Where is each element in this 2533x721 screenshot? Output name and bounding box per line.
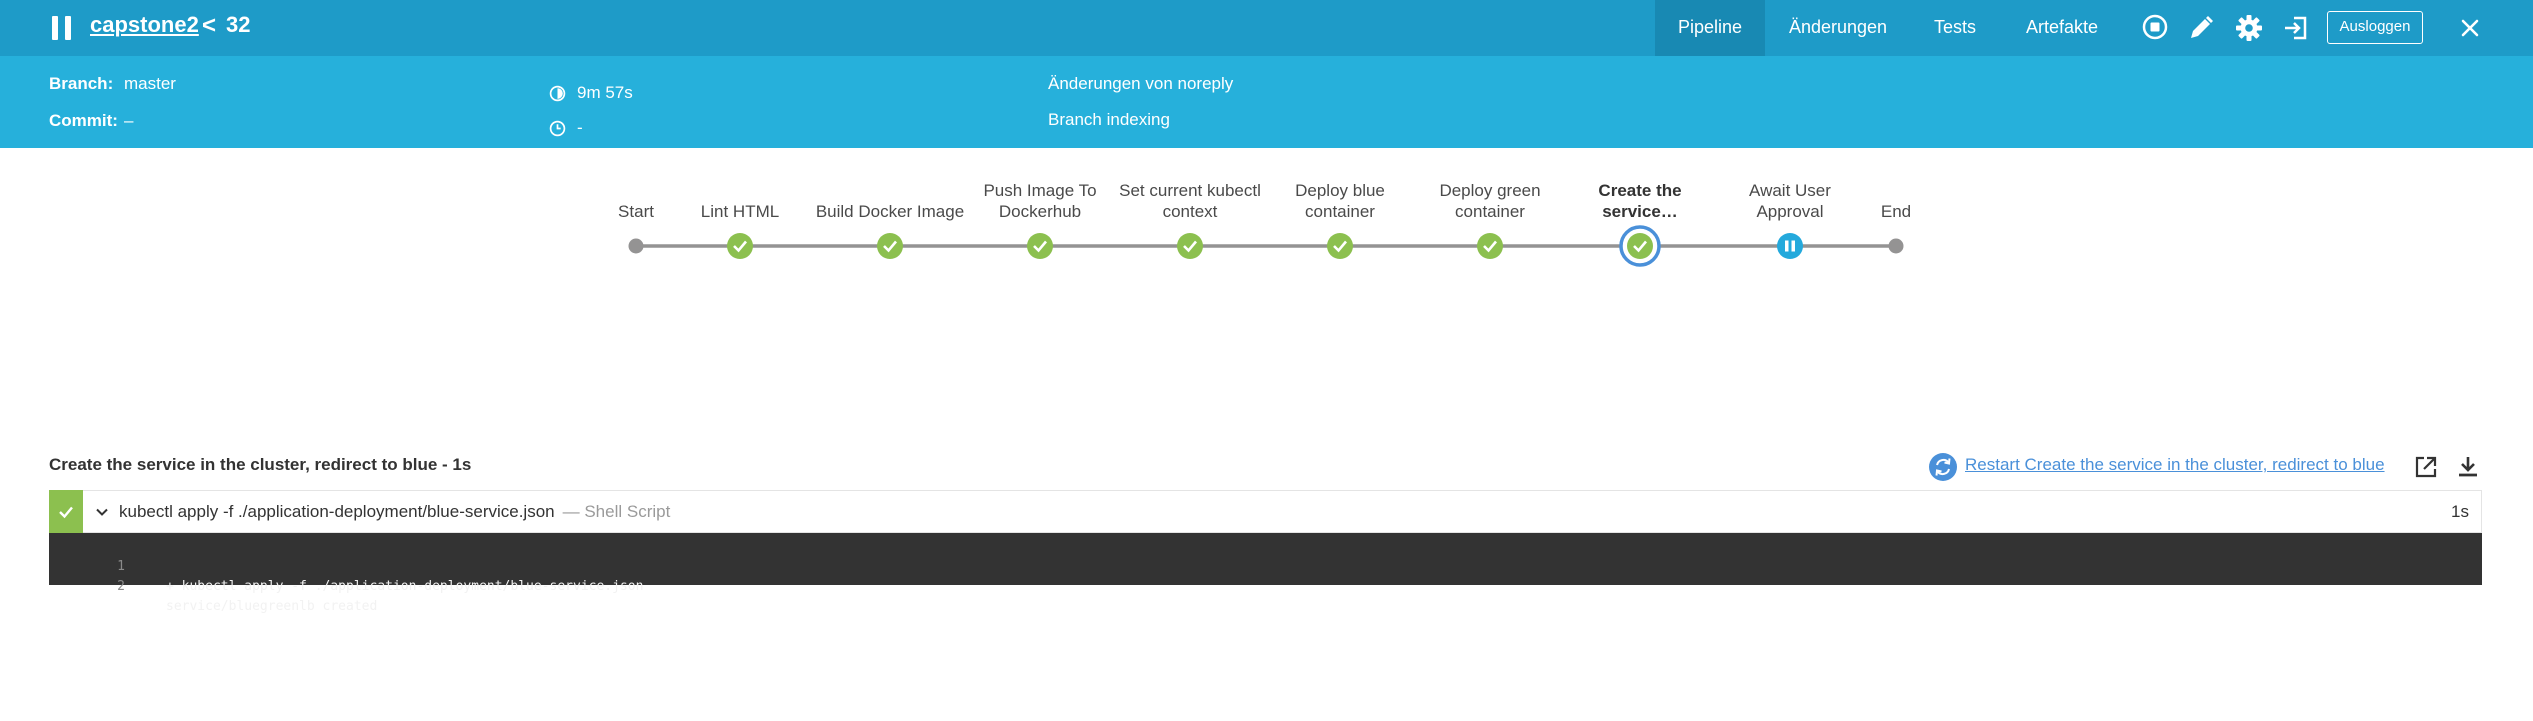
pause-icon <box>52 16 72 40</box>
stage-label[interactable]: Deploy green container <box>1415 178 1565 222</box>
stage-label[interactable]: Push Image To Dockerhub <box>965 178 1115 222</box>
stage-label-text: Set current kubectl context <box>1119 181 1261 221</box>
logout-button[interactable]: Ausloggen <box>2327 11 2423 44</box>
edit-icon[interactable] <box>2186 13 2216 43</box>
log-line: 1 + kubectl apply -f ./application-deplo… <box>49 537 643 594</box>
step-row[interactable]: kubectl apply -f ./application-deploymen… <box>49 490 2482 533</box>
pipeline-graph: Start Lint HTML Build Docker Image Push Ima… <box>0 148 2533 328</box>
tab-tests[interactable]: Tests <box>1910 0 2000 56</box>
cause-text: Branch indexing <box>1048 110 1170 129</box>
stop-icon[interactable] <box>2140 13 2170 43</box>
commit-label: Commit: <box>49 111 118 130</box>
stage-label[interactable]: End <box>1821 178 1971 222</box>
external-link-icon[interactable] <box>2413 454 2439 480</box>
time-value: - <box>577 118 583 137</box>
stage-node-success[interactable] <box>1477 233 1503 259</box>
close-icon[interactable] <box>2455 13 2485 43</box>
branch-label: Branch: <box>49 74 114 93</box>
log-line-text: service/bluegreenlb created <box>166 599 378 614</box>
stage-node-success[interactable] <box>727 233 753 259</box>
tab-changes[interactable]: Änderungen <box>1770 0 1906 56</box>
commit-value: – <box>124 111 134 130</box>
run-number: 32 <box>226 12 251 37</box>
log-output: 1 + kubectl apply -f ./application-deplo… <box>49 533 2482 614</box>
stage-label[interactable]: Build Docker Image <box>815 178 965 222</box>
stage-label[interactable]: Create the service… <box>1565 178 1715 222</box>
step-success-badge <box>49 490 83 533</box>
stage-label-text: Deploy green container <box>1439 181 1541 221</box>
stage-node-start <box>628 238 644 254</box>
stage-label-text: Create the service… <box>1598 181 1682 221</box>
stage-node-success[interactable] <box>1177 233 1203 259</box>
check-icon <box>59 506 73 519</box>
run-details-bar: Branch: master Commit: – 9m 57s - Änderu… <box>0 56 2533 148</box>
stage-label-text: Deploy blue container <box>1295 181 1385 221</box>
tab-artifacts[interactable]: Artefakte <box>2010 0 2114 56</box>
log-line-text: + kubectl apply -f ./application-deploym… <box>166 579 644 594</box>
stage-label-text: End <box>1880 202 1912 221</box>
stage-label-text: Start <box>618 202 654 221</box>
duration-value: 9m 57s <box>577 83 633 102</box>
step-title: Create the service in the cluster, redir… <box>49 455 472 474</box>
gear-icon[interactable] <box>2234 13 2264 43</box>
step-type: — Shell Script <box>562 502 671 521</box>
pipeline-graph-canvas <box>628 225 1904 267</box>
step-command: kubectl apply -f ./application-deploymen… <box>119 502 670 522</box>
top-navigation-bar: capstone2 < 32 Pipeline Änderungen Tests… <box>0 0 2533 56</box>
stage-node-selected[interactable] <box>1619 225 1661 267</box>
stage-label[interactable]: Deploy blue container <box>1265 178 1415 222</box>
chevron-down-icon[interactable] <box>95 505 109 519</box>
stage-label-text: Build Docker Image <box>815 202 965 221</box>
stage-node-success[interactable] <box>1327 233 1353 259</box>
branch-value: master <box>124 74 176 93</box>
step-duration: 1s <box>2451 502 2469 521</box>
tab-pipeline[interactable]: Pipeline <box>1655 0 1765 56</box>
step-command-text: kubectl apply -f ./application-deploymen… <box>119 502 555 521</box>
sign-in-icon[interactable] <box>2281 13 2311 43</box>
changes-text: Änderungen von noreply <box>1048 74 1234 93</box>
duration-icon <box>549 85 566 102</box>
stage-label-text: Push Image To Dockerhub <box>983 181 1097 221</box>
stage-node-end <box>1888 238 1904 254</box>
stage-label[interactable]: Set current kubectl context <box>1115 178 1265 222</box>
log-line-number: 2 <box>117 579 125 594</box>
clock-icon <box>549 120 566 137</box>
job-name-link[interactable]: capstone2 <box>90 12 199 38</box>
stage-node-success[interactable] <box>1027 233 1053 259</box>
download-icon[interactable] <box>2455 454 2481 480</box>
restart-icon[interactable] <box>1928 452 1958 482</box>
stage-node-paused[interactable] <box>1777 233 1803 259</box>
restart-stage-link[interactable]: Restart Create the service in the cluste… <box>1965 455 2385 475</box>
chevron-left-icon[interactable]: < <box>202 12 216 40</box>
stage-label-text: Lint HTML <box>700 202 780 221</box>
stage-label[interactable]: Lint HTML <box>665 178 815 222</box>
stage-node-success[interactable] <box>877 233 903 259</box>
log-line: 2 service/bluegreenlb created <box>49 557 377 614</box>
